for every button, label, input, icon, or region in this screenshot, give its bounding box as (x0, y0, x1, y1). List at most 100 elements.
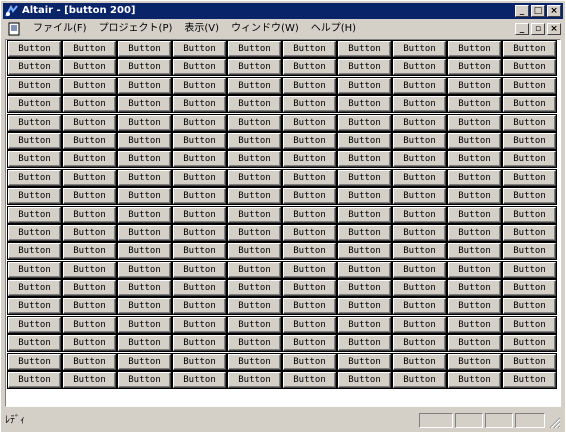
grid-button[interactable]: Button (117, 150, 172, 169)
grid-button[interactable]: Button (117, 223, 172, 242)
grid-button[interactable]: Button (117, 297, 172, 316)
grid-button[interactable]: Button (502, 223, 557, 242)
grid-button[interactable]: Button (392, 315, 447, 334)
grid-button[interactable]: Button (502, 205, 557, 224)
grid-button[interactable]: Button (172, 40, 227, 58)
grid-button[interactable]: Button (392, 76, 447, 95)
grid-button[interactable]: Button (447, 260, 502, 279)
grid-button[interactable]: Button (172, 76, 227, 95)
grid-button[interactable]: Button (7, 205, 62, 224)
grid-button[interactable]: Button (447, 95, 502, 114)
grid-button[interactable]: Button (447, 76, 502, 95)
grid-button[interactable]: Button (337, 168, 392, 187)
grid-button[interactable]: Button (7, 223, 62, 242)
menu-project[interactable]: プロジェクト(P) (93, 20, 179, 38)
grid-button[interactable]: Button (62, 58, 117, 77)
grid-button[interactable]: Button (117, 95, 172, 114)
grid-button[interactable]: Button (392, 95, 447, 114)
grid-button[interactable]: Button (337, 95, 392, 114)
grid-button[interactable]: Button (282, 297, 337, 316)
grid-button[interactable]: Button (62, 113, 117, 132)
grid-button[interactable]: Button (117, 279, 172, 298)
grid-button[interactable]: Button (337, 223, 392, 242)
grid-button[interactable]: Button (227, 131, 282, 150)
grid-button[interactable]: Button (282, 168, 337, 187)
grid-button[interactable]: Button (392, 205, 447, 224)
grid-button[interactable]: Button (227, 40, 282, 58)
grid-button[interactable]: Button (172, 187, 227, 206)
grid-button[interactable]: Button (337, 131, 392, 150)
grid-button[interactable]: Button (502, 58, 557, 77)
grid-button[interactable]: Button (227, 95, 282, 114)
grid-button[interactable]: Button (7, 297, 62, 316)
grid-button[interactable]: Button (502, 168, 557, 187)
grid-button[interactable]: Button (502, 95, 557, 114)
grid-button[interactable]: Button (502, 131, 557, 150)
grid-button[interactable]: Button (172, 371, 227, 390)
grid-button[interactable]: Button (337, 297, 392, 316)
grid-button[interactable]: Button (7, 352, 62, 371)
grid-button[interactable]: Button (172, 260, 227, 279)
grid-button[interactable]: Button (337, 76, 392, 95)
grid-button[interactable]: Button (392, 260, 447, 279)
grid-button[interactable]: Button (62, 352, 117, 371)
grid-button[interactable]: Button (227, 76, 282, 95)
grid-button[interactable]: Button (282, 352, 337, 371)
grid-button[interactable]: Button (337, 371, 392, 390)
grid-button[interactable]: Button (7, 279, 62, 298)
document-icon[interactable] (7, 22, 21, 36)
grid-button[interactable]: Button (227, 352, 282, 371)
grid-button[interactable]: Button (447, 315, 502, 334)
grid-button[interactable]: Button (337, 242, 392, 261)
grid-button[interactable]: Button (7, 334, 62, 353)
grid-button[interactable]: Button (62, 279, 117, 298)
menu-help[interactable]: ヘルプ(H) (305, 20, 362, 38)
grid-button[interactable]: Button (502, 297, 557, 316)
grid-button[interactable]: Button (502, 315, 557, 334)
grid-button[interactable]: Button (447, 334, 502, 353)
grid-button[interactable]: Button (282, 187, 337, 206)
minimize-button[interactable]: _ (515, 5, 529, 17)
grid-button[interactable]: Button (337, 40, 392, 58)
grid-button[interactable]: Button (447, 297, 502, 316)
grid-button[interactable]: Button (62, 131, 117, 150)
grid-button[interactable]: Button (502, 371, 557, 390)
grid-button[interactable]: Button (7, 131, 62, 150)
grid-button[interactable]: Button (172, 131, 227, 150)
grid-button[interactable]: Button (282, 223, 337, 242)
grid-button[interactable]: Button (337, 315, 392, 334)
grid-button[interactable]: Button (282, 76, 337, 95)
grid-button[interactable]: Button (337, 205, 392, 224)
grid-button[interactable]: Button (172, 334, 227, 353)
grid-button[interactable]: Button (227, 315, 282, 334)
grid-button[interactable]: Button (447, 168, 502, 187)
grid-button[interactable]: Button (227, 334, 282, 353)
grid-button[interactable]: Button (392, 40, 447, 58)
maximize-button[interactable]: □ (531, 5, 545, 17)
grid-button[interactable]: Button (282, 260, 337, 279)
grid-button[interactable]: Button (282, 40, 337, 58)
grid-button[interactable]: Button (282, 131, 337, 150)
grid-button[interactable]: Button (447, 150, 502, 169)
grid-button[interactable]: Button (7, 113, 62, 132)
grid-button[interactable]: Button (392, 242, 447, 261)
grid-button[interactable]: Button (392, 131, 447, 150)
menu-view[interactable]: 表示(V) (178, 20, 225, 38)
grid-button[interactable]: Button (7, 371, 62, 390)
grid-button[interactable]: Button (117, 40, 172, 58)
grid-button[interactable]: Button (172, 223, 227, 242)
grid-button[interactable]: Button (62, 334, 117, 353)
grid-button[interactable]: Button (337, 260, 392, 279)
grid-button[interactable]: Button (62, 150, 117, 169)
grid-button[interactable]: Button (7, 242, 62, 261)
grid-button[interactable]: Button (227, 242, 282, 261)
grid-button[interactable]: Button (117, 76, 172, 95)
grid-button[interactable]: Button (62, 187, 117, 206)
grid-button[interactable]: Button (62, 315, 117, 334)
grid-button[interactable]: Button (502, 150, 557, 169)
grid-button[interactable]: Button (447, 40, 502, 58)
grid-button[interactable]: Button (227, 168, 282, 187)
grid-button[interactable]: Button (62, 297, 117, 316)
grid-button[interactable]: Button (502, 113, 557, 132)
grid-button[interactable]: Button (172, 150, 227, 169)
